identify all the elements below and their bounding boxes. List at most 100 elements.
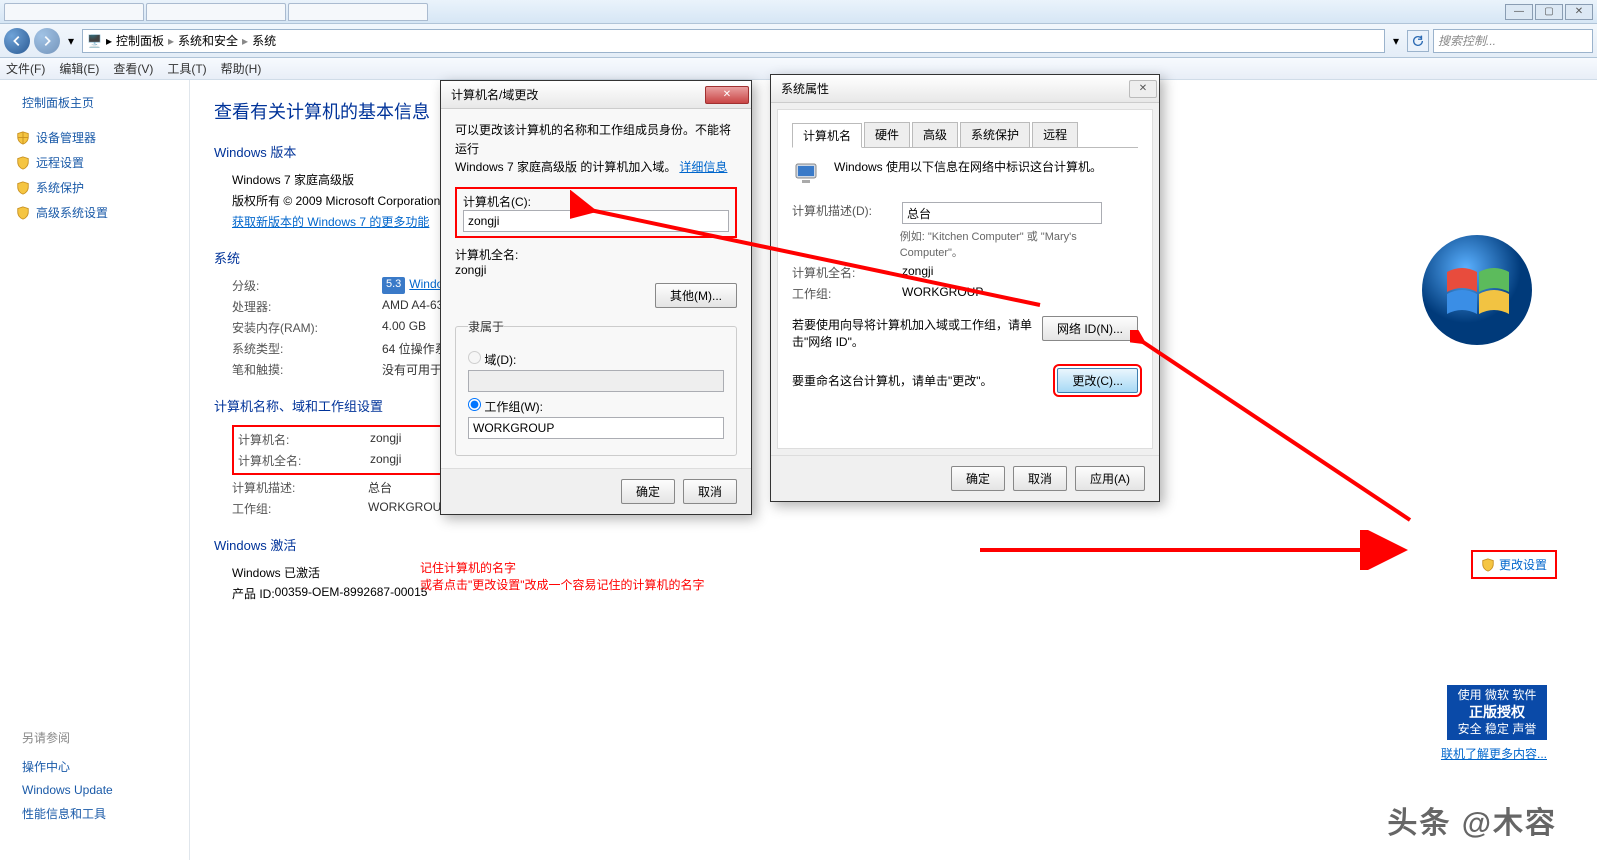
close-button[interactable]: ✕	[1129, 80, 1157, 98]
window-buttons: — ▢ ✕	[1505, 4, 1593, 20]
computer-name-input[interactable]	[463, 210, 729, 232]
intro-line2: Windows 7 家庭高级版 的计算机加入域。	[455, 160, 676, 174]
dialog-title: 计算机名/域更改	[451, 86, 538, 103]
activation-status: Windows 已激活	[232, 564, 320, 581]
cpu-label: 处理器:	[232, 298, 382, 315]
chevron-right-icon: ▸	[106, 34, 112, 48]
sidebar-item-remote[interactable]: 远程设置	[8, 150, 181, 175]
sidebar-item-windows-update[interactable]: Windows Update	[8, 779, 181, 801]
browser-tab[interactable]	[146, 3, 286, 21]
genuine-badge: 使用 微软 软件 正版授权 安全 稳定 声誉	[1447, 685, 1547, 740]
detail-link[interactable]: 详细信息	[679, 160, 727, 174]
ram-label: 安装内存(RAM):	[232, 319, 382, 336]
nav-bar: ▾ 🖥️ ▸ 控制面板 ▸ 系统和安全 ▸ 系统 ▾ 搜索控制...	[0, 24, 1597, 58]
netid-text: 若要使用向导将计算机加入域或工作组，请单击"网络 ID"。	[792, 316, 1032, 350]
sidebar-item-action-center[interactable]: 操作中心	[8, 754, 181, 779]
history-dropdown[interactable]: ▾	[64, 29, 78, 53]
menu-view[interactable]: 查看(V)	[113, 60, 153, 77]
intro-text: Windows 使用以下信息在网络中标识这台计算机。	[834, 158, 1102, 190]
see-also-label: 另请参阅	[8, 725, 181, 754]
full-name-label: 计算机全名:	[792, 264, 902, 281]
sidebar-item-protection[interactable]: 系统保护	[8, 175, 181, 200]
dialog-title: 系统属性	[781, 80, 829, 97]
cancel-button[interactable]: 取消	[683, 479, 737, 504]
shield-icon	[16, 131, 30, 145]
apply-button[interactable]: 应用(A)	[1075, 466, 1145, 491]
breadcrumb-item[interactable]: 控制面板	[116, 32, 164, 49]
domain-radio[interactable]: 域(D):	[468, 353, 516, 367]
back-button[interactable]	[4, 28, 30, 54]
computer-name-label: 计算机名:	[238, 431, 370, 448]
other-button[interactable]: 其他(M)...	[655, 283, 737, 308]
sidebar-item-device-manager[interactable]: 设备管理器	[8, 125, 181, 150]
computer-icon	[792, 158, 824, 190]
tab-hardware[interactable]: 硬件	[864, 122, 910, 147]
full-name-label: 计算机全名:	[238, 452, 370, 469]
shield-icon	[1481, 558, 1495, 572]
product-id-label: 产品 ID:	[232, 585, 275, 602]
path-dropdown[interactable]: ▾	[1389, 29, 1403, 53]
workgroup-radio[interactable]: 工作组(W):	[468, 400, 543, 414]
workgroup-input[interactable]	[468, 417, 724, 439]
rename-dialog: 计算机名/域更改 ✕ 可以更改该计算机的名称和工作组成员身份。不能将运行 Win…	[440, 80, 752, 515]
menu-edit[interactable]: 编辑(E)	[59, 60, 99, 77]
system-properties-dialog: 系统属性 ✕ 计算机名 硬件 高级 系统保护 远程 Windows 使用以下信息…	[770, 74, 1160, 502]
sidebar-item-advanced[interactable]: 高级系统设置	[8, 200, 181, 225]
desc-value: 总台	[368, 479, 392, 496]
tab-advanced[interactable]: 高级	[912, 122, 958, 147]
browser-tab[interactable]	[4, 3, 144, 21]
full-name-label: 计算机全名:	[455, 246, 737, 263]
rename-text: 要重命名这台计算机，请单击"更改"。	[792, 372, 1047, 389]
titlebar: — ▢ ✕	[0, 0, 1597, 24]
menu-tools[interactable]: 工具(T)	[167, 60, 206, 77]
chevron-right-icon: ▸	[242, 34, 248, 48]
close-button[interactable]: ✕	[705, 86, 749, 104]
breadcrumb-item[interactable]: 系统和安全	[178, 32, 238, 49]
browser-tabs	[4, 3, 428, 21]
ok-button[interactable]: 确定	[951, 466, 1005, 491]
control-panel-home[interactable]: 控制面板主页	[8, 94, 181, 111]
sidebar: 控制面板主页 设备管理器 远程设置 系统保护 高级系统设置 另请参阅 操作中心 …	[0, 80, 190, 860]
dialog-tabs: 计算机名 硬件 高级 系统保护 远程	[792, 122, 1138, 148]
type-label: 系统类型:	[232, 340, 382, 357]
search-input[interactable]: 搜索控制...	[1433, 29, 1593, 53]
more-features-link[interactable]: 获取新版本的 Windows 7 的更多功能	[232, 213, 429, 230]
forward-button[interactable]	[34, 28, 60, 54]
breadcrumb[interactable]: 🖥️ ▸ 控制面板 ▸ 系统和安全 ▸ 系统	[82, 29, 1385, 53]
change-button[interactable]: 更改(C)...	[1057, 368, 1138, 393]
tab-protection[interactable]: 系统保护	[960, 122, 1030, 147]
chevron-right-icon: ▸	[168, 34, 174, 48]
sidebar-item-label: 设备管理器	[36, 129, 96, 146]
copyright: 版权所有 © 2009 Microsoft Corporation	[232, 192, 440, 209]
online-details-link[interactable]: 联机了解更多内容...	[1441, 745, 1547, 762]
rating-label: 分级:	[232, 277, 382, 294]
desc-input[interactable]	[902, 202, 1102, 224]
minimize-button[interactable]: —	[1505, 4, 1533, 20]
network-id-button[interactable]: 网络 ID(N)...	[1042, 316, 1138, 341]
ok-button[interactable]: 确定	[621, 479, 675, 504]
member-of-label: 隶属于	[468, 318, 504, 335]
full-name-value: zongji	[455, 263, 737, 277]
refresh-button[interactable]	[1407, 30, 1429, 52]
tab-remote[interactable]: 远程	[1032, 122, 1078, 147]
breadcrumb-item[interactable]: 系统	[252, 32, 276, 49]
watermark: 头条 @木容	[1387, 798, 1557, 842]
rating-link[interactable]: Windo	[409, 277, 443, 294]
menu-help[interactable]: 帮助(H)	[221, 60, 262, 77]
intro-line1: 可以更改该计算机的名称和工作组成员身份。不能将运行	[455, 123, 731, 156]
product-id-value: 00359-OEM-8992687-00015	[275, 585, 428, 602]
member-of-group: 隶属于 域(D): 工作组(W):	[455, 318, 737, 456]
browser-tab[interactable]	[288, 3, 428, 21]
desc-label: 计算机描述:	[232, 479, 368, 496]
full-name-value: zongji	[370, 452, 401, 469]
tab-computer-name[interactable]: 计算机名	[792, 123, 862, 148]
maximize-button[interactable]: ▢	[1535, 4, 1563, 20]
sidebar-item-performance[interactable]: 性能信息和工具	[8, 801, 181, 826]
desc-label: 计算机描述(D):	[792, 202, 902, 224]
sidebar-item-label: 系统保护	[36, 179, 84, 196]
change-settings-link[interactable]: 更改设置	[1471, 550, 1557, 579]
close-button[interactable]: ✕	[1565, 4, 1593, 20]
cancel-button[interactable]: 取消	[1013, 466, 1067, 491]
workgroup-value: WORKGROUP	[368, 500, 449, 517]
menu-file[interactable]: 文件(F)	[6, 60, 45, 77]
